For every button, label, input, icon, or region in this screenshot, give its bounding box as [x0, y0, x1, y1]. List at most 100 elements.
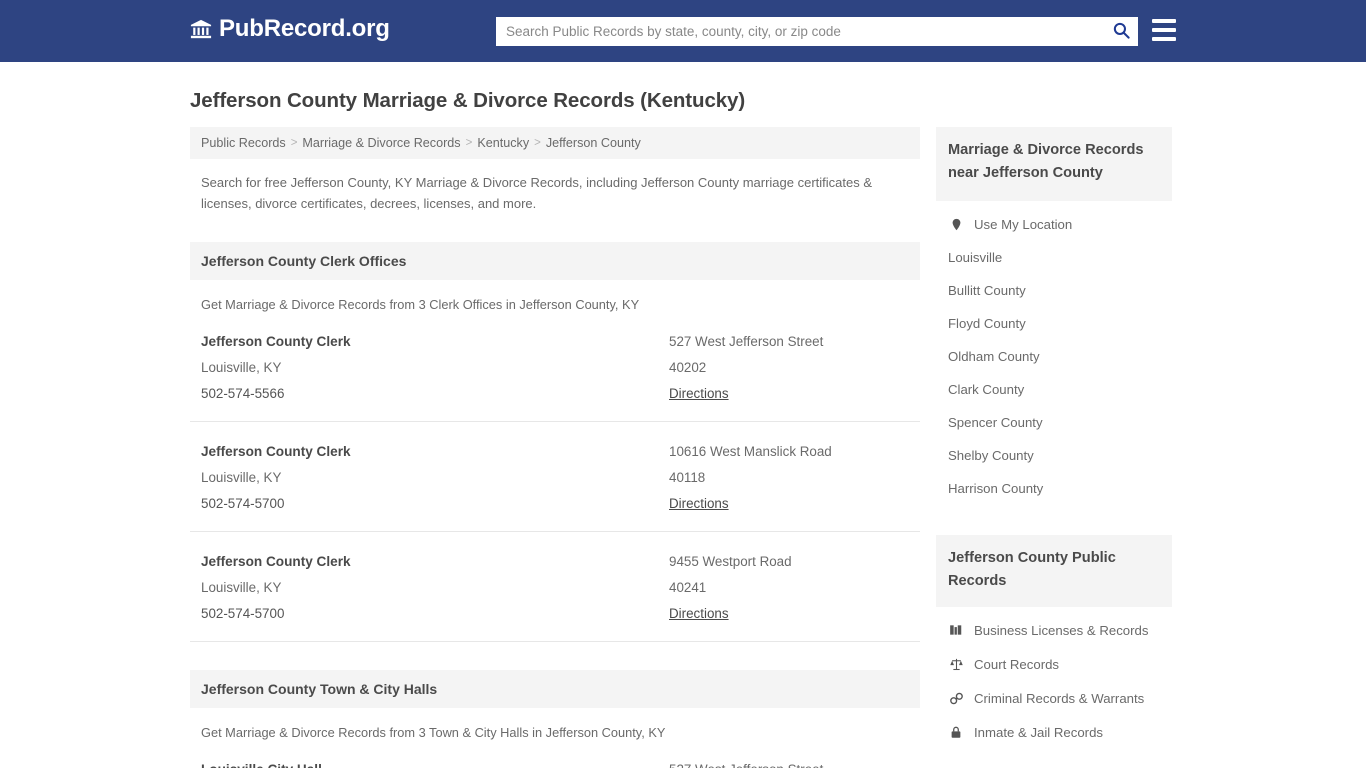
sidebar-item-label: Shelby County: [948, 448, 1034, 463]
breadcrumb-separator-icon: >: [534, 137, 541, 149]
site-logo-text: PubRecord.org: [219, 15, 390, 42]
content-columns: Public Records > Marriage & Divorce Reco…: [190, 127, 1176, 768]
page-title: Jefferson County Marriage & Divorce Reco…: [190, 89, 746, 112]
section-subtitle-clerk-offices: Get Marriage & Divorce Records from 3 Cl…: [201, 297, 640, 312]
sidebar-item-label: Floyd County: [948, 316, 1026, 331]
directions-link[interactable]: Directions: [669, 601, 729, 627]
site-logo[interactable]: PubRecord.org: [190, 17, 390, 41]
breadcrumb-item-kentucky[interactable]: Kentucky: [477, 136, 529, 150]
sidebar-card-nearby: Marriage & Divorce Records near Jefferso…: [936, 127, 1172, 505]
sidebar-item-label: Louisville: [948, 250, 1003, 265]
breadcrumb-separator-icon: >: [465, 137, 473, 149]
table-row[interactable]: Jefferson County Clerk Louisville, KY 50…: [190, 422, 920, 532]
handcuffs-icon: [948, 690, 964, 706]
sidebar-card-public-records: Jefferson County Public Records Business…: [936, 535, 1172, 749]
breadcrumb-item-jefferson-county: Jefferson County: [545, 136, 641, 150]
sidebar-item-shelby-county[interactable]: Shelby County: [936, 439, 1172, 472]
search-bar[interactable]: [496, 17, 1138, 46]
breadcrumb: Public Records > Marriage & Divorce Reco…: [190, 127, 920, 159]
sidebar-item-clark-county[interactable]: Clark County: [936, 373, 1172, 406]
business-building-icon: [948, 622, 964, 638]
sidebar-item-label: Spencer County: [948, 415, 1043, 430]
sidebar-item-use-my-location[interactable]: Use My Location: [936, 207, 1172, 241]
section-heading-clerk-offices: Jefferson County Clerk Offices: [190, 242, 920, 280]
listing-street: 527 West Jefferson Street: [669, 757, 909, 768]
sidebar-item-spencer-county[interactable]: Spencer County: [936, 406, 1172, 439]
listing-phone[interactable]: 502-574-5700: [201, 491, 669, 517]
sidebar-item-business-licenses[interactable]: Business Licenses & Records: [936, 613, 1172, 647]
page-body: Jefferson County Marriage & Divorce Reco…: [0, 89, 1366, 768]
breadcrumb-item-public-records[interactable]: Public Records: [201, 136, 286, 150]
listing-city-state: Louisville, KY: [201, 360, 282, 375]
search-button[interactable]: [1104, 17, 1138, 46]
sidebar-nearby-list: Use My Location Louisville Bullitt Count…: [936, 201, 1172, 505]
sidebar-item-label: Business Licenses & Records: [974, 622, 1149, 638]
listing-name: Louisville City Hall: [201, 757, 669, 768]
sidebar-item-harrison-county[interactable]: Harrison County: [936, 472, 1172, 505]
listing-name: Jefferson County Clerk: [201, 444, 351, 459]
sidebar-item-bullitt-county[interactable]: Bullitt County: [936, 274, 1172, 307]
breadcrumb-item-marriage-divorce-records[interactable]: Marriage & Divorce Records: [302, 136, 460, 150]
sidebar-item-court-records[interactable]: Court Records: [936, 647, 1172, 681]
sidebar-item-label: Criminal Records & Warrants: [974, 690, 1145, 706]
sidebar-heading-public-records: Jefferson County Public Records: [936, 535, 1172, 607]
search-input[interactable]: [496, 17, 1104, 46]
listing-right-column: 9455 Westport Road 40241 Directions: [669, 549, 909, 627]
listing-right-column: 10616 West Manslick Road 40118 Direction…: [669, 439, 909, 517]
listing-left-column: Jefferson County Clerk Louisville, KY 50…: [201, 439, 669, 517]
listing-phone[interactable]: 502-574-5700: [201, 601, 669, 627]
sidebar-public-records-list: Business Licenses & Records Court Record…: [936, 607, 1172, 749]
listing-street: 9455 Westport Road: [669, 554, 792, 569]
sidebar-item-criminal-records[interactable]: Criminal Records & Warrants: [936, 681, 1172, 715]
listing-city-state: Louisville, KY: [201, 470, 282, 485]
directions-link[interactable]: Directions: [669, 491, 729, 517]
listing-left-column: Jefferson County Clerk Louisville, KY 50…: [201, 549, 669, 627]
site-header: PubRecord.org: [0, 0, 1366, 62]
hamburger-menu-icon[interactable]: [1152, 19, 1176, 41]
page-intro-text: Search for free Jefferson County, KY Mar…: [201, 175, 873, 211]
sidebar-item-label: Oldham County: [948, 349, 1040, 364]
breadcrumb-separator-icon: >: [290, 137, 298, 149]
listing-zip: 40241: [669, 580, 707, 595]
search-icon: [1112, 21, 1131, 43]
listing-right-column: 527 West Jefferson Street 40202 Directio…: [669, 757, 909, 768]
hamburger-bar: [1152, 37, 1176, 41]
sidebar-item-label: Court Records: [974, 656, 1060, 672]
bank-icon: [190, 18, 212, 40]
listing-left-column: Louisville City Hall Louisville, KY 502-…: [201, 757, 669, 768]
listing-left-column: Jefferson County Clerk Louisville, KY 50…: [201, 329, 669, 407]
listing-right-column: 527 West Jefferson Street 40202 Directio…: [669, 329, 909, 407]
main-content: Public Records > Marriage & Divorce Reco…: [190, 127, 920, 768]
sidebar-item-label: Clark County: [948, 382, 1025, 397]
sidebar-item-label: Harrison County: [948, 481, 1044, 496]
table-row[interactable]: Louisville City Hall Louisville, KY 502-…: [190, 740, 920, 768]
directions-link[interactable]: Directions: [669, 381, 729, 407]
sidebar-item-label: Inmate & Jail Records: [974, 724, 1103, 740]
sidebar-heading-nearby: Marriage & Divorce Records near Jefferso…: [936, 127, 1172, 201]
sidebar-item-floyd-county[interactable]: Floyd County: [936, 307, 1172, 340]
section-subtitle-town-city-halls: Get Marriage & Divorce Records from 3 To…: [201, 725, 666, 740]
sidebar-item-oldham-county[interactable]: Oldham County: [936, 340, 1172, 373]
sidebar-item-inmate-jail-records[interactable]: Inmate & Jail Records: [936, 715, 1172, 749]
sidebar-item-label: Bullitt County: [948, 283, 1026, 298]
sidebar: Marriage & Divorce Records near Jefferso…: [936, 127, 1172, 768]
table-row[interactable]: Jefferson County Clerk Louisville, KY 50…: [190, 532, 920, 642]
listing-name: Jefferson County Clerk: [201, 554, 351, 569]
lock-icon: [948, 724, 964, 740]
listing-phone[interactable]: 502-574-5566: [201, 381, 669, 407]
table-row[interactable]: Jefferson County Clerk Louisville, KY 50…: [190, 312, 920, 422]
sidebar-item-louisville[interactable]: Louisville: [936, 241, 1172, 274]
hamburger-bar: [1152, 28, 1176, 32]
listing-zip: 40118: [669, 470, 706, 485]
listing-street: 527 West Jefferson Street: [669, 334, 824, 349]
hamburger-bar: [1152, 19, 1176, 23]
sidebar-item-label: Use My Location: [974, 216, 1073, 232]
listing-name: Jefferson County Clerk: [201, 334, 351, 349]
section-heading-town-city-halls: Jefferson County Town & City Halls: [190, 670, 920, 708]
scales-of-justice-icon: [948, 656, 964, 672]
listing-zip: 40202: [669, 360, 707, 375]
listing-street: 10616 West Manslick Road: [669, 444, 832, 459]
listing-city-state: Louisville, KY: [201, 580, 282, 595]
map-pin-icon: [948, 216, 964, 232]
